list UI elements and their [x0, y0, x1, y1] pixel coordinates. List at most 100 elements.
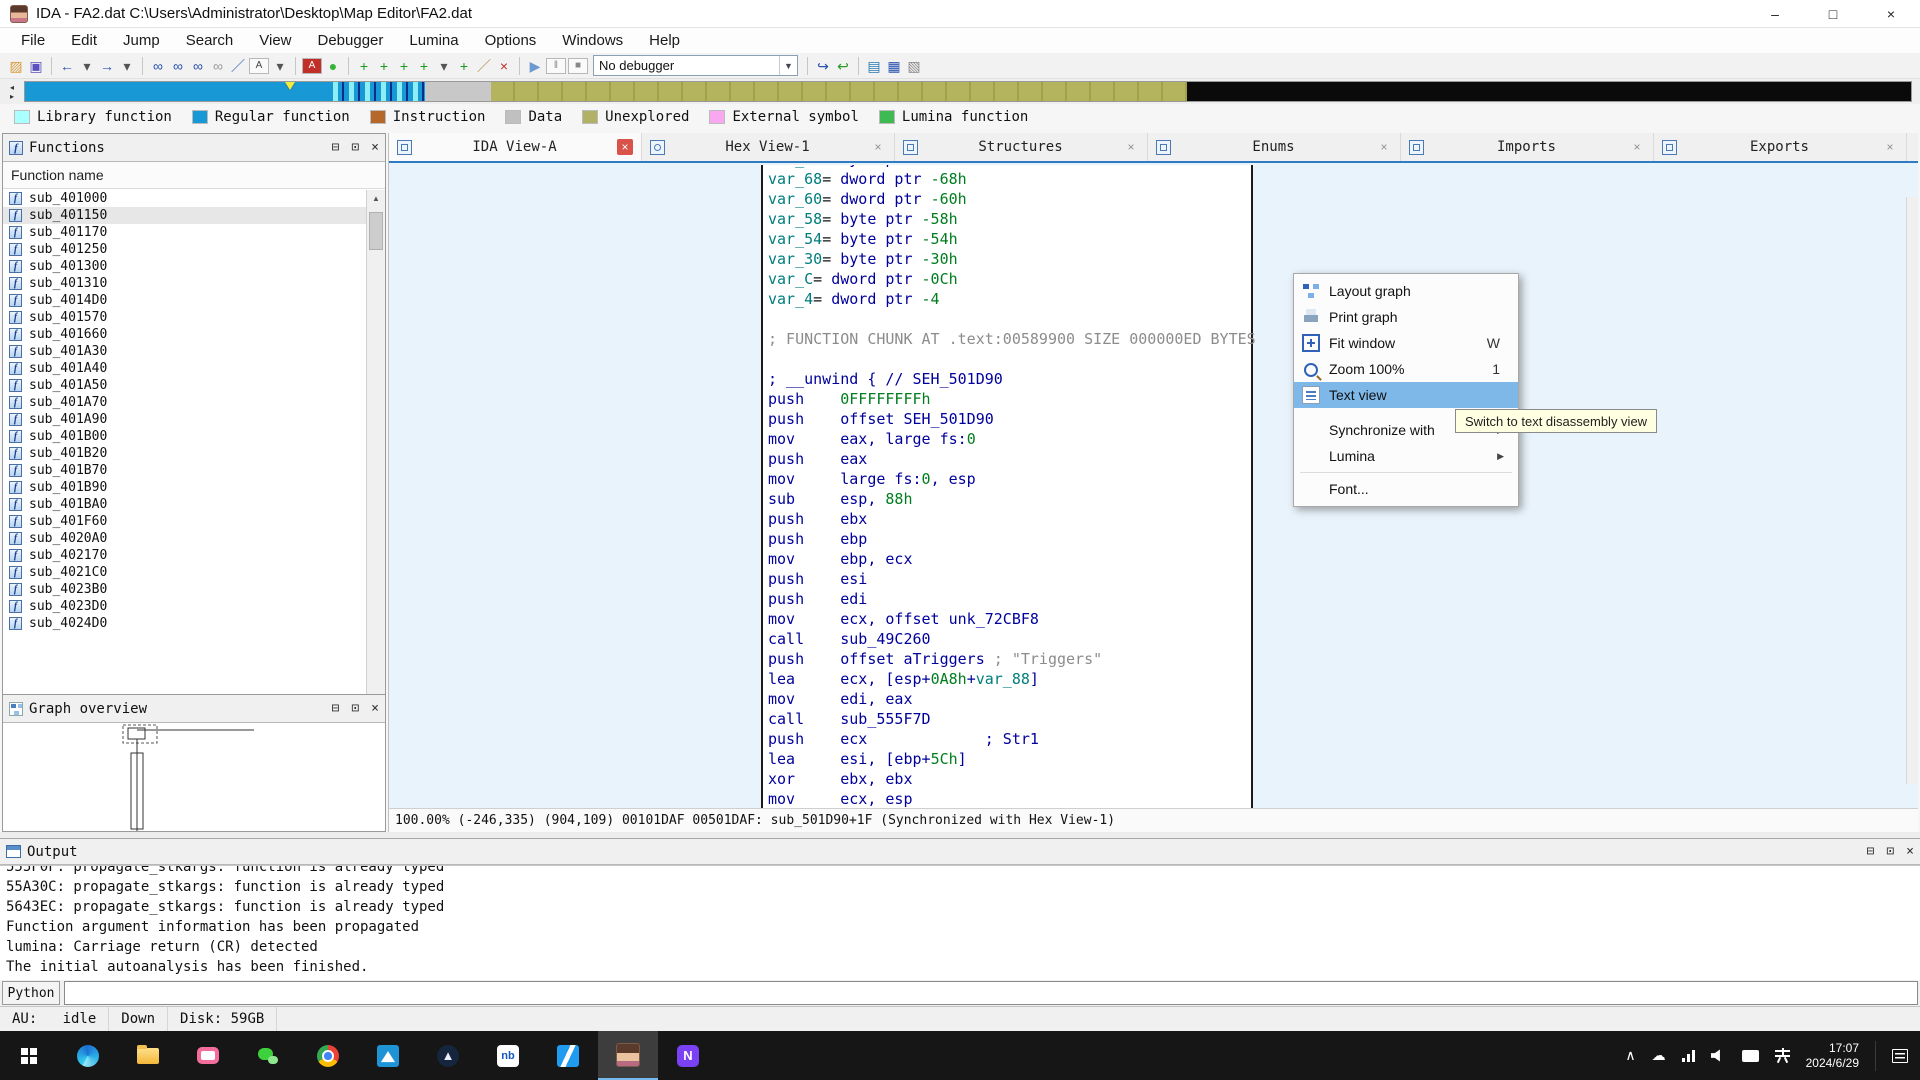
menu-options[interactable]: Options	[472, 28, 550, 53]
taskbar-app-edge[interactable]	[58, 1031, 118, 1080]
add-struct-icon[interactable]: +	[394, 55, 414, 77]
patch-bytes-icon[interactable]: ／	[474, 55, 494, 77]
open-file-icon[interactable]: ▨	[6, 55, 26, 77]
taskbar-app-chrome[interactable]	[298, 1031, 358, 1080]
maximize-button[interactable]: □	[1804, 0, 1862, 28]
menu-item-text-view[interactable]: Text view	[1294, 382, 1518, 408]
view-vscrollbar[interactable]	[1906, 197, 1918, 784]
navigate-back-caret-icon[interactable]: ▾	[77, 55, 97, 77]
menu-view[interactable]: View	[246, 28, 304, 53]
action-center-icon[interactable]	[1892, 1049, 1908, 1063]
tab-close-icon[interactable]: ×	[617, 139, 633, 155]
network-icon[interactable]	[1682, 1050, 1695, 1062]
debugger-start-icon[interactable]: ▶	[525, 55, 545, 77]
navigate-forward-caret-icon[interactable]: ▾	[117, 55, 137, 77]
tab-close-icon[interactable]: ×	[1882, 139, 1898, 155]
input-language-icon[interactable]	[1775, 1048, 1790, 1063]
overview-restore-icon[interactable]: ⊟	[332, 701, 340, 716]
overview-close-icon[interactable]: ×	[371, 701, 379, 716]
analysis-ok-icon[interactable]: ●	[323, 55, 343, 77]
functions-panel-header[interactable]: f Functions ⊟⊡×	[3, 134, 385, 162]
taskbar-clock[interactable]: 17:07 2024/6/29	[1806, 1041, 1859, 1071]
function-row[interactable]: fsub_401170	[3, 224, 366, 241]
open-subviews-icon[interactable]: ▤	[864, 55, 884, 77]
step-into-icon[interactable]: ↪	[813, 55, 833, 77]
output-panel-header[interactable]: Output ⊟⊡×	[0, 839, 1920, 865]
overview-float-icon[interactable]: ⊡	[351, 701, 359, 716]
function-row[interactable]: fsub_401310	[3, 275, 366, 292]
menu-lumina[interactable]: Lumina	[396, 28, 471, 53]
tab-exports[interactable]: Exports×	[1654, 133, 1907, 161]
tab-hex-view-1[interactable]: Hex View-1×	[642, 133, 895, 161]
add-enum-icon[interactable]: +	[414, 55, 434, 77]
function-name-column-header[interactable]: Function name	[3, 162, 385, 189]
tab-close-icon[interactable]: ×	[1123, 139, 1139, 155]
start-button[interactable]	[0, 1031, 58, 1080]
navigation-band[interactable]	[24, 81, 1912, 102]
menu-edit[interactable]: Edit	[58, 28, 110, 53]
functions-restore-icon[interactable]: ⊟	[332, 140, 340, 155]
desktop-layout-icon[interactable]: ▧	[904, 55, 924, 77]
function-row[interactable]: fsub_401A40	[3, 360, 366, 377]
vscrollbar-thumb[interactable]	[369, 212, 383, 250]
function-row[interactable]: fsub_401300	[3, 258, 366, 275]
add-segment-icon[interactable]: +	[374, 55, 394, 77]
menu-item-layout-graph[interactable]: Layout graph	[1294, 278, 1518, 304]
band-left-arrow-icon[interactable]: ◂	[10, 83, 14, 92]
graph-node[interactable]: var_6C= byte ptr -6Chvar_68= dword ptr -…	[761, 165, 1253, 808]
menu-item-zoom-100[interactable]: Zoom 100%1	[1294, 356, 1518, 382]
band-right-arrow-icon[interactable]: ▸	[10, 92, 14, 101]
function-row[interactable]: fsub_401A70	[3, 394, 366, 411]
function-row[interactable]: fsub_401B70	[3, 462, 366, 479]
taskbar-app-vscode[interactable]	[538, 1031, 598, 1080]
function-row[interactable]: fsub_401660	[3, 326, 366, 343]
function-row[interactable]: fsub_4023D0	[3, 598, 366, 615]
scroll-up-icon[interactable]: ▲	[367, 190, 385, 207]
graph-overview-canvas[interactable]	[3, 723, 385, 831]
function-row[interactable]: fsub_4024D0	[3, 615, 366, 632]
menu-item-fit-window[interactable]: Fit windowW	[1294, 330, 1518, 356]
tab-ida-view-a[interactable]: IDA View-A×	[389, 133, 642, 161]
search-next-icon[interactable]: ∞	[188, 55, 208, 77]
function-row[interactable]: fsub_401A30	[3, 343, 366, 360]
functions-float-icon[interactable]: ⊡	[351, 140, 359, 155]
taskbar-app-nb[interactable]: nb	[478, 1031, 538, 1080]
python-label[interactable]: Python	[2, 981, 60, 1005]
graph-view-canvas[interactable]: var_6C= byte ptr -6Chvar_68= dword ptr -…	[389, 165, 1918, 808]
function-row[interactable]: fsub_401B20	[3, 445, 366, 462]
function-row[interactable]: fsub_401B90	[3, 479, 366, 496]
navigate-forward-icon[interactable]: →	[97, 55, 117, 77]
function-row[interactable]: fsub_402170	[3, 547, 366, 564]
tab-enums[interactable]: Enums×	[1148, 133, 1401, 161]
cloud-icon[interactable]: ☁	[1652, 1047, 1666, 1064]
menu-help[interactable]: Help	[636, 28, 693, 53]
tab-structures[interactable]: Structures×	[895, 133, 1148, 161]
function-row[interactable]: fsub_401F60	[3, 513, 366, 530]
windows-list-icon[interactable]: ▦	[884, 55, 904, 77]
taskbar-app-wechat[interactable]	[238, 1031, 298, 1080]
tab-close-icon[interactable]: ×	[1376, 139, 1392, 155]
debugger-select[interactable]: No debugger▼	[593, 55, 798, 76]
menu-item-font[interactable]: Font...	[1294, 476, 1518, 502]
functions-close-icon[interactable]: ×	[371, 140, 379, 155]
add-caret-icon[interactable]: ▾	[434, 55, 454, 77]
menu-item-lumina[interactable]: Lumina▶	[1294, 443, 1518, 469]
tab-close-icon[interactable]: ×	[870, 139, 886, 155]
close-button[interactable]: ×	[1862, 0, 1920, 28]
output-log[interactable]: 555F0F: propagate_stkargs: function is a…	[0, 865, 1920, 980]
tray-expand-icon[interactable]: ∧	[1625, 1047, 1635, 1064]
function-row[interactable]: fsub_4023B0	[3, 581, 366, 598]
menu-item-print-graph[interactable]: Print graph	[1294, 304, 1518, 330]
comment-caret-icon[interactable]: ▾	[270, 55, 290, 77]
search-text-icon[interactable]: ∞	[168, 55, 188, 77]
band-scroll-arrows[interactable]: ◂▸	[0, 79, 24, 104]
menu-debugger[interactable]: Debugger	[305, 28, 397, 53]
graph-overview-header[interactable]: Graph overview ⊟⊡×	[3, 695, 385, 723]
run-to-cursor-icon[interactable]: ↩	[833, 55, 853, 77]
function-row[interactable]: fsub_401250	[3, 241, 366, 258]
output-float-icon[interactable]: ⊡	[1886, 844, 1894, 859]
search-binary-icon[interactable]: ∞	[148, 55, 168, 77]
menu-search[interactable]: Search	[173, 28, 247, 53]
volume-icon[interactable]	[1711, 1049, 1726, 1062]
search-disabled-icon[interactable]: ∞	[208, 55, 228, 77]
